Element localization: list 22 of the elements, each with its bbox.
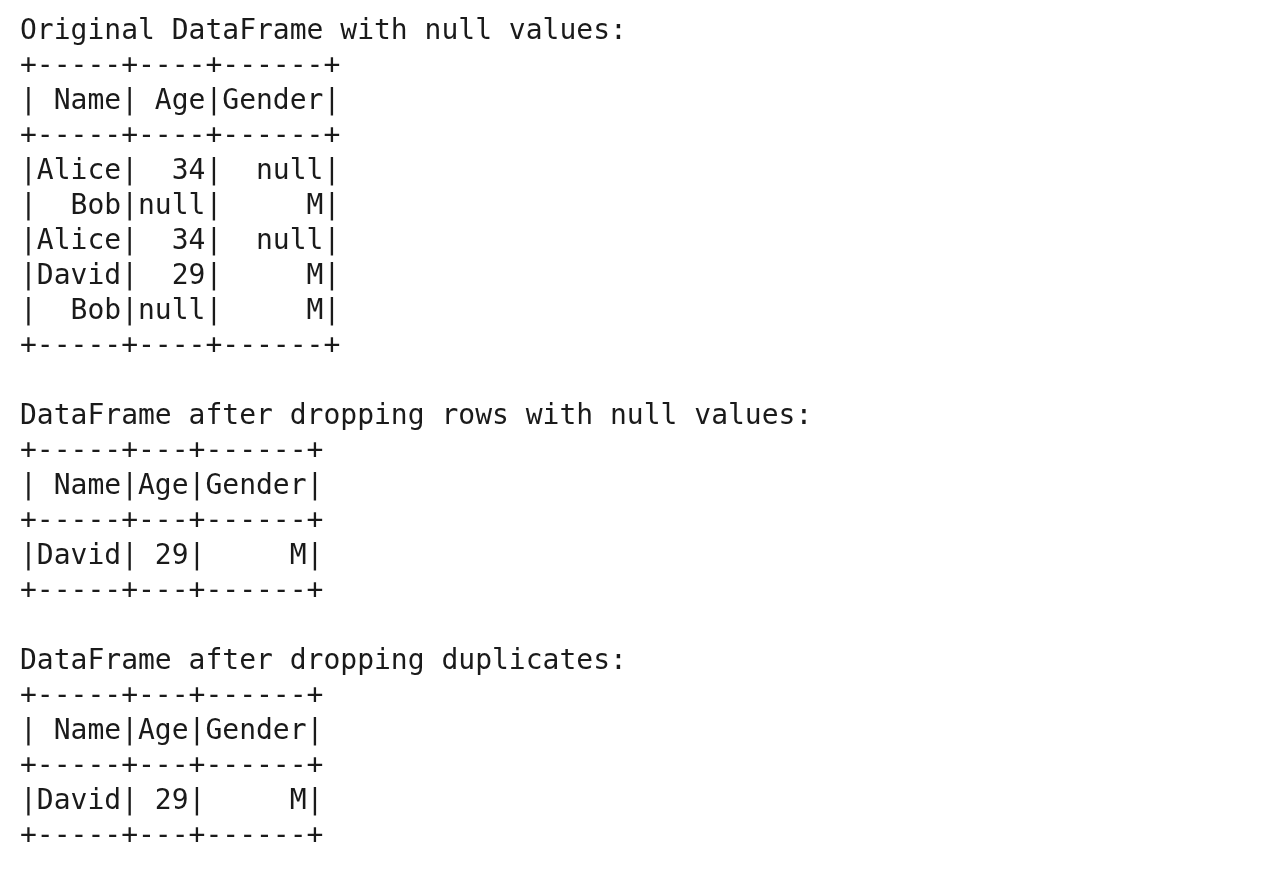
table-text-line: +-----+---+------+ <box>20 677 324 712</box>
table-text-line: |David| 29| M| <box>20 257 341 292</box>
table-text-line: +-----+----+------+ <box>20 47 341 82</box>
output-heading: DataFrame after dropping rows with null values: <box>20 397 813 432</box>
table-text-line: +-----+---+------+ <box>20 747 324 782</box>
table-text-line: | Name|Age|Gender| <box>20 467 324 502</box>
table-text-line: |Alice| 34| null| <box>20 222 341 257</box>
table-text-line: +-----+---+------+ <box>20 817 324 852</box>
table-text-line: +-----+---+------+ <box>20 502 324 537</box>
table-text-line: |David| 29| M| <box>20 537 324 572</box>
table-text-line: |Alice| 34| null| <box>20 152 341 187</box>
table-text-line: | Name|Age|Gender| <box>20 712 324 747</box>
table-text-line: +-----+---+------+ <box>20 432 324 467</box>
table-text-line: +-----+----+------+ <box>20 327 341 362</box>
table-text-line: | Bob|null| M| <box>20 292 341 327</box>
table-text-line: +-----+----+------+ <box>20 117 341 152</box>
table-text-line: +-----+---+------+ <box>20 572 324 607</box>
table-text-line: | Bob|null| M| <box>20 187 341 222</box>
table-text-line: | Name| Age|Gender| <box>20 82 341 117</box>
output-heading: Original DataFrame with null values: <box>20 12 627 47</box>
output-heading: DataFrame after dropping duplicates: <box>20 642 627 677</box>
table-text-line: |David| 29| M| <box>20 782 324 817</box>
